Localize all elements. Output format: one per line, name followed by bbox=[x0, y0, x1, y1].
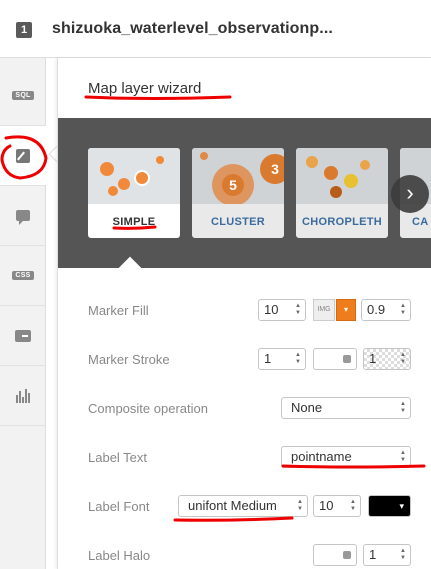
sidebar-item-filters[interactable] bbox=[0, 366, 46, 426]
wizard-carousel: SIMPLE 5 3 CLUSTER CHOROPLETH CA bbox=[58, 118, 431, 268]
sidebar-item-sql[interactable]: SQL bbox=[0, 66, 46, 126]
wizard-card-simple[interactable]: SIMPLE bbox=[88, 148, 180, 238]
marker-fill-label: Marker Fill bbox=[88, 303, 149, 318]
stepper-icon: ▲ ▼ bbox=[400, 352, 406, 365]
cluster-map-thumbnail: 5 3 bbox=[192, 148, 284, 204]
comment-icon bbox=[16, 210, 30, 225]
marker-fill-image-button[interactable]: IMG bbox=[313, 299, 335, 321]
row-marker-fill: Marker Fill 10 ▲ ▼ IMG ▾ 0.9 ▲ ▼ bbox=[88, 299, 428, 323]
stepper-icon: ▲ ▼ bbox=[400, 548, 406, 561]
sql-icon: SQL bbox=[12, 91, 34, 100]
row-label-text: Label Text pointname ▲ ▼ bbox=[88, 446, 428, 470]
color-dropdown-icon bbox=[343, 355, 351, 363]
label-text-select[interactable]: pointname ▲ ▼ bbox=[281, 446, 411, 468]
row-label-font: Label Font unifont Medium ▲ ▼ 10 ▲ ▼ ▾ bbox=[88, 495, 428, 519]
label-halo-color-picker[interactable] bbox=[313, 544, 357, 566]
marker-stroke-label: Marker Stroke bbox=[88, 352, 170, 367]
sidebar-item-css[interactable]: CSS bbox=[0, 246, 46, 306]
sidebar-item-wizard[interactable] bbox=[0, 126, 46, 186]
layer-number-badge: 1 bbox=[16, 22, 32, 38]
bar-chart-icon bbox=[16, 388, 30, 403]
layer-title[interactable]: shizuoka_waterlevel_observationp... bbox=[52, 20, 333, 38]
simple-map-thumbnail bbox=[88, 148, 180, 204]
row-composite-operation: Composite operation None ▲ ▼ bbox=[88, 397, 428, 421]
label-font-color-picker[interactable]: ▾ bbox=[368, 495, 411, 517]
label-font-select[interactable]: unifont Medium ▲ ▼ bbox=[178, 495, 308, 517]
css-icon: CSS bbox=[12, 271, 34, 280]
marker-fill-width-input[interactable]: 10 ▲ ▼ bbox=[258, 299, 306, 321]
stepper-icon: ▲ ▼ bbox=[400, 303, 406, 316]
marker-fill-opacity-input[interactable]: 0.9 ▲ ▼ bbox=[361, 299, 411, 321]
sidebar: SQL CSS bbox=[0, 58, 46, 569]
chevron-icon: ▲ ▼ bbox=[400, 450, 406, 463]
label-font-label: Label Font bbox=[88, 499, 150, 514]
layer-panel: Map layer wizard SIMPLE 5 3 CLUSTER CHOR… bbox=[57, 58, 431, 569]
legend-icon bbox=[15, 329, 31, 342]
wizard-card-choropleth[interactable]: CHOROPLETH bbox=[296, 148, 388, 238]
marker-stroke-width-input[interactable]: 1 ▲ ▼ bbox=[258, 348, 306, 370]
chevron-icon: ▲ ▼ bbox=[400, 401, 406, 414]
chevron-icon: ▲ ▼ bbox=[297, 499, 303, 512]
choropleth-map-thumbnail bbox=[296, 148, 388, 204]
wizard-label-cluster: CLUSTER bbox=[210, 216, 266, 228]
sidebar-item-infowindow[interactable] bbox=[0, 186, 46, 246]
stepper-icon: ▲ ▼ bbox=[295, 303, 301, 316]
row-marker-stroke: Marker Stroke 1 ▲ ▼ 1 ▲ ▼ bbox=[88, 348, 428, 372]
panel-title: Map layer wizard bbox=[88, 80, 202, 97]
layer-header: 1 shizuoka_waterlevel_observationp... bbox=[0, 0, 431, 58]
composite-operation-select[interactable]: None ▲ ▼ bbox=[281, 397, 411, 419]
wizard-label-choropleth: CHOROPLETH bbox=[302, 216, 382, 228]
wizard-card-cluster[interactable]: 5 3 CLUSTER bbox=[192, 148, 284, 238]
label-halo-width-input[interactable]: 1 ▲ ▼ bbox=[363, 544, 411, 566]
marker-fill-color-picker[interactable]: ▾ bbox=[336, 299, 356, 321]
label-halo-label: Label Halo bbox=[88, 548, 151, 563]
sidebar-item-legend[interactable] bbox=[0, 306, 46, 366]
row-label-halo: Label Halo 1 ▲ ▼ bbox=[88, 544, 428, 568]
stepper-icon: ▲ ▼ bbox=[350, 499, 356, 512]
marker-stroke-opacity-input[interactable]: 1 ▲ ▼ bbox=[363, 348, 411, 370]
brush-icon bbox=[16, 148, 30, 163]
stepper-icon: ▲ ▼ bbox=[295, 352, 301, 365]
marker-stroke-color-picker[interactable] bbox=[313, 348, 357, 370]
color-dropdown-icon bbox=[343, 551, 351, 559]
next-wizard-button[interactable]: › bbox=[391, 175, 429, 213]
label-font-size-input[interactable]: 10 ▲ ▼ bbox=[313, 495, 361, 517]
label-text-label: Label Text bbox=[88, 450, 148, 465]
wizard-label-simple: SIMPLE bbox=[112, 216, 156, 228]
composite-operation-label: Composite operation bbox=[88, 401, 208, 416]
